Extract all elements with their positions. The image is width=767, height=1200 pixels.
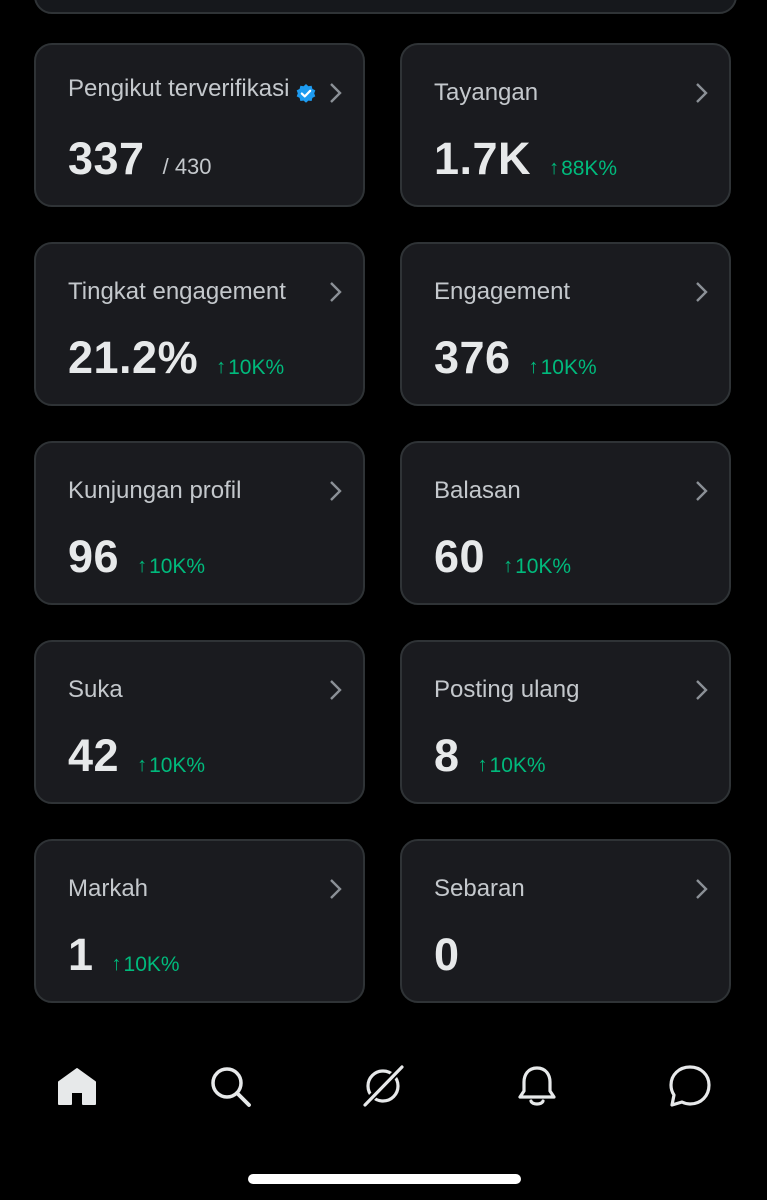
card-value-row: 60 ↑ 10K% (434, 531, 571, 583)
card-value: 21.2% (68, 332, 199, 383)
up-arrow-icon: ↑ (137, 555, 148, 577)
card-bookmarks[interactable]: Markah 1 ↑ 10K% (34, 839, 365, 1003)
card-delta: ↑ 10K% (112, 953, 180, 977)
card-value-row: 376 ↑ 10K% (434, 332, 597, 384)
chevron-right-icon (696, 879, 708, 899)
card-value: 96 (68, 531, 120, 582)
card-value: 1 (68, 929, 94, 980)
card-delta: ↑ 10K% (503, 555, 571, 579)
delta-value: 10K% (149, 554, 206, 578)
card-label: Kunjungan profil (68, 477, 242, 504)
card-label: Suka (68, 676, 123, 703)
nav-search[interactable] (206, 1062, 254, 1110)
previous-card-edge (34, 0, 737, 14)
nav-notifications[interactable] (513, 1062, 561, 1110)
card-label: Balasan (434, 477, 521, 504)
card-value-row: 337 / 430 (68, 133, 212, 185)
card-delta: ↑ 10K% (478, 754, 546, 778)
delta-value: 10K% (540, 355, 597, 379)
delta-value: 10K% (149, 753, 206, 777)
up-arrow-icon: ↑ (137, 754, 148, 776)
card-value-row: 8 ↑ 10K% (434, 730, 546, 782)
card-delta: ↑ 10K% (529, 356, 597, 380)
card-value-row: 1.7K ↑ 88K% (434, 133, 617, 185)
card-value: 42 (68, 730, 120, 781)
up-arrow-icon: ↑ (111, 953, 122, 975)
chevron-right-icon (696, 680, 708, 700)
card-reposts[interactable]: Posting ulang 8 ↑ 10K% (400, 640, 731, 804)
card-label: Tingkat engagement (68, 278, 286, 305)
card-views[interactable]: Tayangan 1.7K ↑ 88K% (400, 43, 731, 207)
home-indicator-bar[interactable] (248, 1174, 521, 1184)
card-label: Posting ulang (434, 676, 580, 703)
card-label: Markah (68, 875, 149, 902)
delta-value: 10K% (228, 355, 285, 379)
card-replies[interactable]: Balasan 60 ↑ 10K% (400, 441, 731, 605)
home-icon (58, 1068, 96, 1105)
card-value: 0 (434, 929, 460, 980)
card-likes[interactable]: Suka 42 ↑ 10K% (34, 640, 365, 804)
card-label: Pengikut terverifikasi (68, 75, 290, 102)
card-value-row: 96 ↑ 10K% (68, 531, 205, 583)
delta-value: 10K% (123, 952, 180, 976)
card-value-row: 21.2% ↑ 10K% (68, 332, 284, 384)
up-arrow-icon: ↑ (477, 754, 488, 776)
chevron-right-icon (696, 282, 708, 302)
chevron-right-icon (330, 83, 342, 103)
card-engagement[interactable]: Engagement 376 ↑ 10K% (400, 242, 731, 406)
verified-badge-icon (296, 84, 316, 103)
card-label: Engagement (434, 278, 571, 305)
card-value: 8 (434, 730, 460, 781)
card-label: Sebaran (434, 875, 525, 902)
up-arrow-icon: ↑ (549, 157, 560, 179)
card-value: 376 (434, 332, 511, 383)
grok-icon (360, 1063, 406, 1109)
nav-home[interactable] (53, 1062, 101, 1110)
bottom-navigation (0, 1040, 767, 1130)
card-value-row: 42 ↑ 10K% (68, 730, 205, 782)
nav-grok[interactable] (359, 1062, 407, 1110)
nav-messages[interactable] (666, 1062, 714, 1110)
card-profile-visits[interactable]: Kunjungan profil 96 ↑ 10K% (34, 441, 365, 605)
chevron-right-icon (696, 481, 708, 501)
delta-value: 10K% (489, 753, 546, 777)
card-delta: ↑ 10K% (137, 555, 205, 579)
chevron-right-icon (696, 83, 708, 103)
card-verified-followers[interactable]: Pengikut terverifikasi 337 / 430 (34, 43, 365, 207)
card-label: Tayangan (434, 79, 539, 106)
card-delta: ↑ 10K% (216, 356, 284, 380)
bell-icon (518, 1066, 556, 1106)
card-shares[interactable]: Sebaran 0 (400, 839, 731, 1003)
card-delta: ↑ 88K% (549, 157, 617, 181)
card-value: 1.7K (434, 133, 532, 184)
card-value-row: 0 (434, 929, 460, 981)
search-icon (211, 1067, 251, 1107)
up-arrow-icon: ↑ (503, 555, 514, 577)
card-delta: ↑ 10K% (137, 754, 205, 778)
card-value: 337 (68, 133, 145, 184)
card-value-row: 1 ↑ 10K% (68, 929, 180, 981)
delta-value: 10K% (515, 554, 572, 578)
chat-bubble-icon (669, 1065, 711, 1107)
up-arrow-icon: ↑ (528, 356, 539, 378)
up-arrow-icon: ↑ (216, 356, 227, 378)
card-engagement-rate[interactable]: Tingkat engagement 21.2% ↑ 10K% (34, 242, 365, 406)
chevron-right-icon (330, 680, 342, 700)
chevron-right-icon (330, 282, 342, 302)
card-value: 60 (434, 531, 486, 582)
card-total: / 430 (162, 154, 212, 179)
chevron-right-icon (330, 481, 342, 501)
delta-value: 88K% (561, 156, 618, 180)
chevron-right-icon (330, 879, 342, 899)
